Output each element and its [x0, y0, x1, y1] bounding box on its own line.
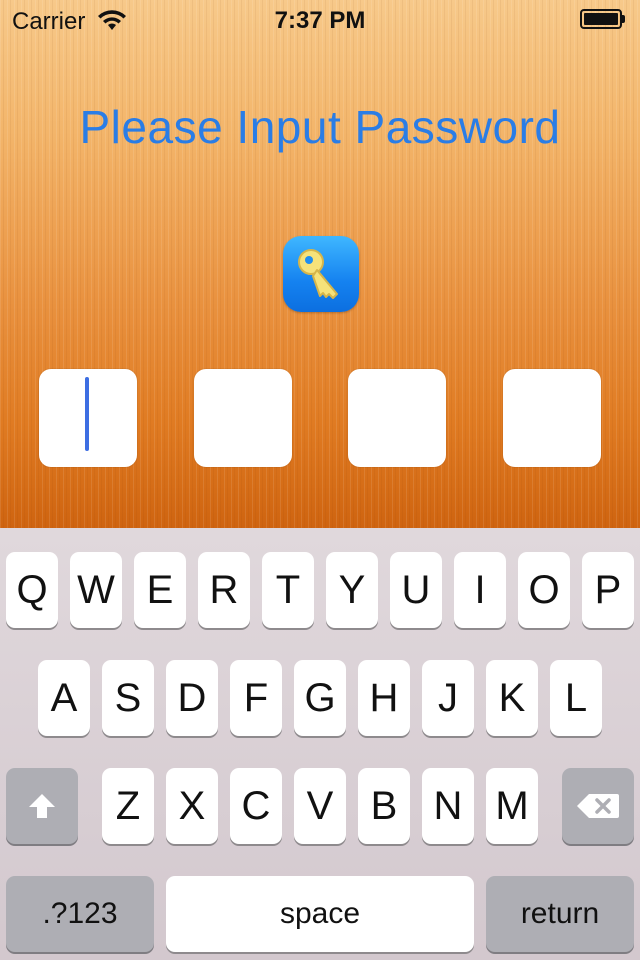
- key-d[interactable]: D: [166, 660, 218, 736]
- key-t[interactable]: T: [262, 552, 314, 628]
- key-n[interactable]: N: [422, 768, 474, 844]
- battery-icon: [580, 9, 626, 29]
- shift-key[interactable]: [6, 768, 78, 844]
- key-s[interactable]: S: [102, 660, 154, 736]
- key-z[interactable]: Z: [102, 768, 154, 844]
- delete-key[interactable]: [562, 768, 634, 844]
- key-b[interactable]: B: [358, 768, 410, 844]
- key-g[interactable]: G: [294, 660, 346, 736]
- pin-slot-1[interactable]: [39, 369, 137, 467]
- status-bar: Carrier 7:37 PM: [0, 0, 640, 40]
- pin-slot-3[interactable]: [348, 369, 446, 467]
- key-v[interactable]: V: [294, 768, 346, 844]
- key-o[interactable]: O: [518, 552, 570, 628]
- key-e[interactable]: E: [134, 552, 186, 628]
- key-y[interactable]: Y: [326, 552, 378, 628]
- shift-arrow-icon: [29, 794, 55, 818]
- key-h[interactable]: H: [358, 660, 410, 736]
- key-c[interactable]: C: [230, 768, 282, 844]
- key-u[interactable]: U: [390, 552, 442, 628]
- key-p[interactable]: P: [582, 552, 634, 628]
- text-cursor: [85, 377, 89, 451]
- return-key[interactable]: return: [486, 876, 634, 952]
- key-a[interactable]: A: [38, 660, 90, 736]
- numbers-key[interactable]: .?123: [6, 876, 154, 952]
- backspace-icon: [577, 794, 619, 818]
- key-icon: [283, 236, 359, 312]
- status-time: 7:37 PM: [274, 7, 366, 34]
- key-x[interactable]: X: [166, 768, 218, 844]
- key-r[interactable]: R: [198, 552, 250, 628]
- space-key[interactable]: space: [166, 876, 474, 952]
- key-j[interactable]: J: [422, 660, 474, 736]
- key-q[interactable]: Q: [6, 552, 58, 628]
- key-l[interactable]: L: [550, 660, 602, 736]
- page-title: Please Input Password: [79, 101, 561, 153]
- key-k[interactable]: K: [486, 660, 538, 736]
- key-m[interactable]: M: [486, 768, 538, 844]
- key-f[interactable]: F: [230, 660, 282, 736]
- keyboard: Q W E R T Y U I O P A S D F G H J K L Z …: [0, 528, 640, 960]
- key-i[interactable]: I: [454, 552, 506, 628]
- pin-slot-2[interactable]: [194, 369, 292, 467]
- pin-slot-4[interactable]: [503, 369, 601, 467]
- key-w[interactable]: W: [70, 552, 122, 628]
